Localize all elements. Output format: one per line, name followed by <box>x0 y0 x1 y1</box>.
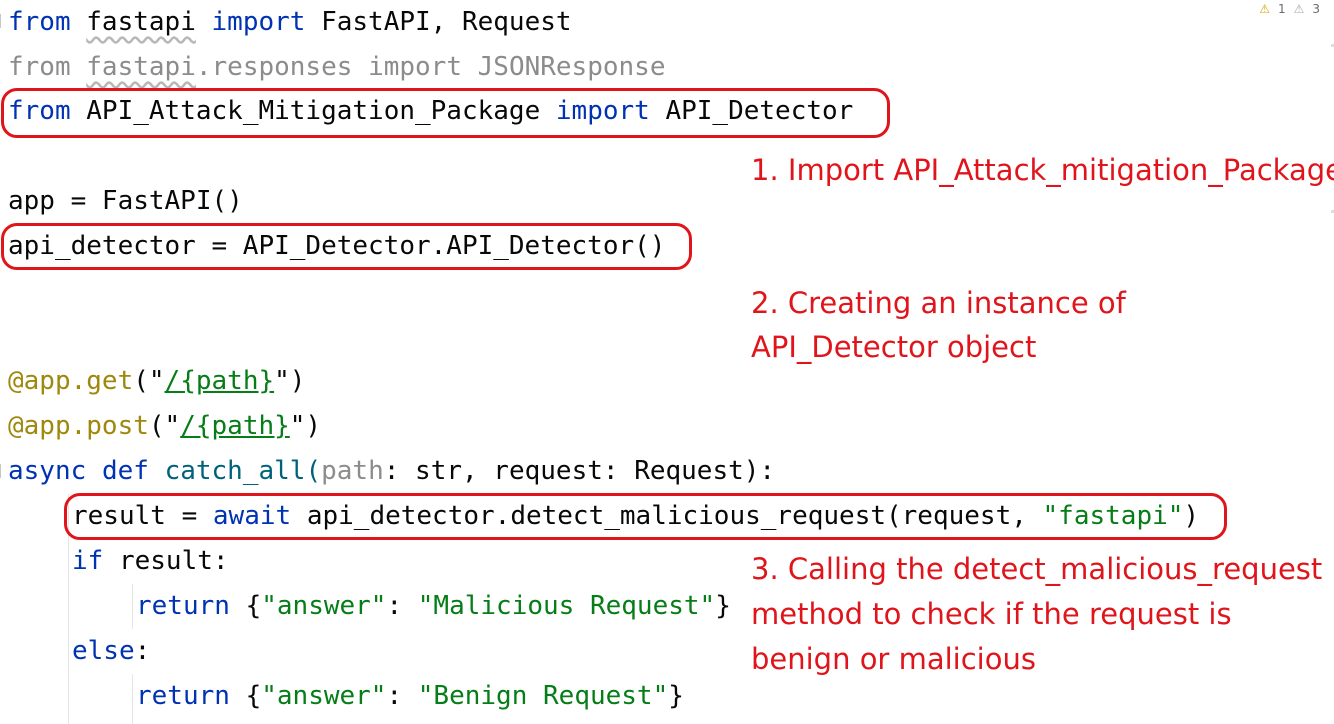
keyword: def <box>101 456 149 486</box>
annotation-2-line-1: 2. Creating an instance of <box>751 286 1126 320</box>
annotation-1: 1. Import API_Attack_mitigation_Package <box>751 153 1334 187</box>
signature: : str, request: Request): <box>383 456 776 486</box>
code-line-6[interactable]: @app.get("/{path}") <box>8 359 305 404</box>
keyword: import <box>211 7 306 37</box>
route-path: /{path} <box>164 366 275 396</box>
code-line-7[interactable]: @app.post("/{path}") <box>8 404 321 449</box>
highlight-box-import <box>1 88 890 138</box>
punctuation: ") <box>274 366 306 396</box>
annotation-3-line-2: method to check if the request is <box>751 597 1232 631</box>
function-name: catch_all( <box>164 456 322 486</box>
weak-warning-count: 3 <box>1312 2 1320 16</box>
keyword: import <box>368 52 462 82</box>
highlight-box-detect-call <box>64 493 1227 540</box>
string-literal: "Malicious Request" <box>417 591 716 621</box>
keyword: else <box>72 636 135 666</box>
route-path: /{path} <box>180 411 290 441</box>
keyword: from <box>8 52 71 82</box>
fold-marker-icon[interactable] <box>0 464 5 478</box>
indent-guide <box>132 674 133 724</box>
decorator: @app.post <box>8 411 149 441</box>
fold-marker-icon[interactable] <box>0 14 5 28</box>
module-name: fastapi <box>86 52 196 82</box>
string-literal: "answer" <box>261 681 387 711</box>
keyword: return <box>136 681 230 711</box>
code-line-12[interactable]: else: <box>72 629 150 674</box>
code-line-8[interactable]: async def catch_all(path: str, request: … <box>8 449 775 494</box>
punctuation: ") <box>289 411 322 441</box>
annotation-3-line-1: 3. Calling the detect_malicious_request <box>751 552 1323 586</box>
weak-warning-triangle-icon: ⚠ <box>1293 2 1305 16</box>
punctuation: : <box>386 591 418 621</box>
warning-triangle-icon: ⚠ <box>1259 2 1270 16</box>
string-literal: "answer" <box>261 591 387 621</box>
code-editor[interactable]: ⚠ 1 ⚠ 3 from fastapi import FastAPI, Req… <box>0 0 1334 724</box>
punctuation: { <box>229 591 262 621</box>
code-line-13[interactable]: return {"answer": "Benign Request"} <box>136 674 684 719</box>
keyword: if <box>72 546 104 576</box>
indent-guide <box>132 584 133 629</box>
import-names: FastAPI, Request <box>321 7 572 37</box>
punctuation: (" <box>133 366 165 396</box>
inspection-widget[interactable]: ⚠ 1 ⚠ 3 <box>1259 2 1320 16</box>
annotation-2-line-2: API_Detector object <box>751 330 1037 364</box>
code-line-4[interactable]: app = FastAPI() <box>8 179 243 224</box>
code-line-10[interactable]: if result: <box>72 539 229 584</box>
import-names: JSONResponse <box>477 52 666 82</box>
module-name: .responses <box>195 52 353 82</box>
keyword: return <box>136 591 230 621</box>
code-line-11[interactable]: return {"answer": "Malicious Request"} <box>136 584 731 629</box>
punctuation: } <box>715 591 731 621</box>
punctuation: } <box>668 681 684 711</box>
punctuation: : <box>134 636 151 666</box>
keyword: async <box>8 456 87 486</box>
punctuation: : <box>386 681 418 711</box>
punctuation: (" <box>148 411 181 441</box>
parameter: path <box>321 456 384 486</box>
module-name: fastapi <box>86 7 196 37</box>
code-line-1[interactable]: from fastapi import FastAPI, Request <box>8 0 572 45</box>
string-literal: "Benign Request" <box>417 681 669 711</box>
condition: result: <box>103 546 229 576</box>
keyword: from <box>8 7 71 37</box>
punctuation: { <box>229 681 262 711</box>
highlight-box-instance <box>1 223 692 270</box>
code-line-2[interactable]: from fastapi.responses import JSONRespon… <box>8 45 665 90</box>
warning-count: 1 <box>1277 2 1286 16</box>
annotation-3-line-3: benign or malicious <box>751 642 1036 676</box>
decorator: @app.get <box>8 366 134 396</box>
